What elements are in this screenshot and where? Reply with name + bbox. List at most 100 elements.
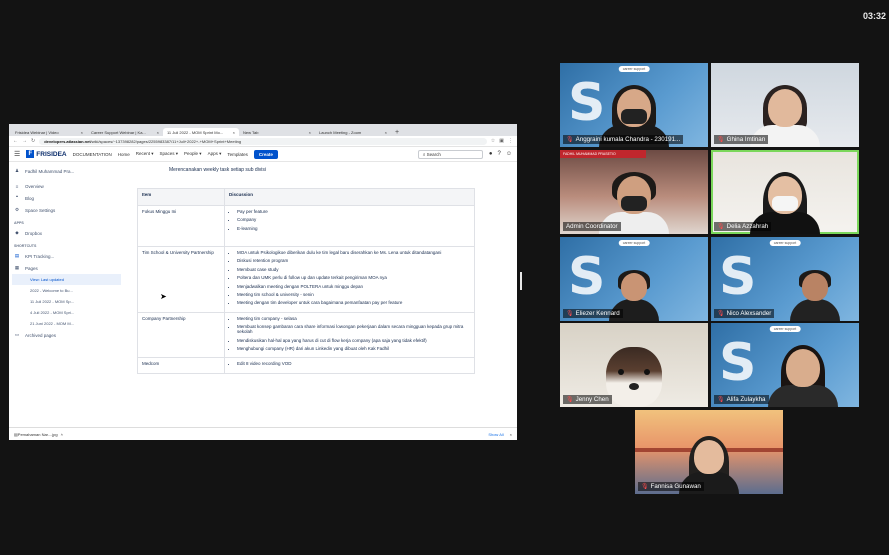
video-tile[interactable]: S career support 🎙 Alifa Zulaykha [711,323,859,407]
video-tile[interactable]: 🎙 Jenny Chen [560,323,708,407]
page-tree-item[interactable]: 4 Juli 2022 - MOM Spri... [12,307,121,318]
career-support-logo-icon: S [568,247,606,307]
sidebar-item-space-settings[interactable]: ⚙ Space Settings [12,204,121,216]
discussion-point: E-learning [237,226,470,231]
virtual-bg-badge: career support [618,66,650,72]
video-tile-active-speaker[interactable]: 🎙 Delia Azzahrah [711,150,859,234]
forward-icon[interactable]: → [22,138,27,144]
sidebar-item-blog[interactable]: ❝ Blog [12,192,121,204]
participant-name: 🎙 Anggraini kumala Chandra - 230191... [563,135,684,144]
sidebar-item-label: Space Settings [25,207,56,213]
browser-tab[interactable]: Frisidea Webinar | Video × [11,128,87,136]
sidebar-item-pages[interactable]: ▦ Pages [12,262,121,274]
nav-icons: ● ? ☺ [489,151,512,157]
clock: 03:32 [862,11,886,21]
participant-name: Admin Coordinator [563,222,621,231]
participant-name: 🎙 Delia Azzahrah [714,222,772,231]
browser-tab-bar: Frisidea Webinar | Video × Career Support… [9,124,517,136]
browser-tab[interactable]: Launch Meeting - Zoom × [315,128,391,136]
nav-spaces[interactable]: Spaces ▾ [160,151,179,157]
url-path: /wiki/spaces/~137398282/pages/2255983387… [90,138,242,144]
item-cell: Fokus Minggu Ini [137,205,225,247]
mic-muted-icon: 🎙 [566,137,574,143]
browser-tab[interactable]: New Tab × [239,128,315,136]
close-icon[interactable]: × [81,130,83,135]
url-field[interactable]: developers.atlassian.net/wiki/spaces/~13… [39,137,487,145]
avatar[interactable]: ☺ [506,151,512,157]
close-icon[interactable]: × [157,130,159,135]
sidebar-item-label: Archived pages [25,332,57,338]
back-icon[interactable]: ← [13,138,18,144]
table-row: Company Partnership Meeting tim company … [137,311,475,359]
browser-tab[interactable]: Career Support Webinar | Ka... × [87,128,163,136]
nav-people[interactable]: People ▾ [184,151,202,157]
nav-templates[interactable]: Templates [227,152,248,157]
tab-title: 11 Juli 2022 - MOM Sprint Mo... [167,129,224,135]
participant-name: 🎙 Nico Alexsander [714,309,775,318]
mic-muted-icon: 🎙 [717,311,725,317]
nav-home[interactable]: Home [118,152,130,157]
extensions-icon[interactable]: ▣ [499,138,504,144]
discussion-point: Mendiskusikan hal-hal apa yang harus di … [237,338,470,343]
close-icon[interactable]: × [510,432,512,437]
video-tile[interactable]: S career support 🎙 Nico Alexsander [711,237,859,321]
discussion-cell: Edit 8 video recording VOD [224,357,475,374]
menu-icon[interactable]: ⋮ [508,138,513,144]
tab-title: Frisidea Webinar | Video [15,129,59,135]
tab-title: Launch Meeting - Zoom [319,129,362,135]
video-tile[interactable]: S career support 🎙 Anggraini kumala Chand… [560,63,708,147]
discussion-point: Diskusi retention program [237,258,470,263]
sidebar-item-dropbox[interactable]: ◆ Dropbox [12,227,121,239]
mic-muted-icon: 🎙 [641,484,649,490]
sidebar-item-archived[interactable]: ▭ Archived pages [12,329,121,341]
close-icon[interactable]: × [385,130,387,135]
split-handle[interactable] [520,272,522,290]
discussion-point: Poltera dan UMK perlu di follow up dan u… [237,275,470,280]
item-cell: Company Partnership [137,311,225,359]
close-icon[interactable]: × [309,130,311,135]
create-button[interactable]: Create [253,149,278,159]
page-tree-item[interactable]: 21 Juni 2022 - MOM M... [12,318,121,329]
chevron-up-icon[interactable]: ˄ [61,432,63,437]
space-user[interactable]: ♟ Fadhil Muhammad Pra... [12,165,121,181]
page-tree-item[interactable]: View: Last updated [12,274,121,285]
app-switcher-icon[interactable]: ☰ [14,150,20,158]
video-tile[interactable]: S career support 🎙 Eliezer Kennard [560,237,708,321]
browser-tab-active[interactable]: 11 Juli 2022 - MOM Sprint Mo... × [163,128,239,136]
virtual-bg-badge: career support [618,240,650,246]
star-icon[interactable]: ☆ [491,138,495,144]
show-all-link[interactable]: Show All [488,432,503,437]
notifications-icon[interactable]: ● [489,151,493,157]
video-tile[interactable]: FADHIL MUHAMMAD PRASETIO Admin Coordinat… [560,150,708,234]
discussion-point: Menghubungi company (HR) dari akun Linke… [237,346,470,351]
participant-avatar-image [606,347,662,407]
new-tab-icon[interactable]: + [391,129,403,136]
frisidea-logo[interactable]: F FRISIDEA [26,150,67,158]
video-tile[interactable]: 🎙 Ghina Imtinan [711,63,859,147]
reload-icon[interactable]: ↻ [31,138,35,144]
nav-recent[interactable]: Recent ▾ [136,151,154,157]
discussion-point: Meeting tim school & university - senin [237,292,470,297]
close-icon[interactable]: × [233,130,235,135]
download-bar: ▤ Pemahaman Nar....jpg ˄ Show All × [9,427,517,440]
item-cell: Medcom [137,357,225,374]
help-icon[interactable]: ? [498,151,501,157]
pages-icon: ▦ [14,265,20,270]
sidebar-item-overview[interactable]: ≡ Overview [12,181,121,192]
page-intro: Merencanakan weekly task setiap sub divi… [169,167,266,173]
search-input[interactable]: ⌕ Search [417,149,483,159]
download-file[interactable]: Pemahaman Nar....jpg [18,432,58,437]
nav-apps[interactable]: Apps ▾ [208,151,222,157]
video-tile[interactable]: 🎙 Fannisa Gunawan [635,410,783,494]
sidebar-item-kpi[interactable]: ▤ KPI Tracking... [12,250,121,262]
career-support-logo-icon: S [719,333,757,393]
doc-label: DOCUMENTATION [72,151,112,157]
discussion-point: Membuat konsep gambaran cara share infor… [237,324,470,334]
page-tree-item[interactable]: 11 Juli 2022 - MOM Sp... [12,296,121,307]
tab-title: Career Support Webinar | Ka... [91,129,146,135]
url-host: developers.atlassian.net [44,138,91,144]
table-row: Fokus Minggu Ini Pay per feature Company… [137,205,475,247]
page-tree-item[interactable]: 2022 - Welcome to Bu... [12,285,121,296]
address-bar: ← → ↻ developers.atlassian.net/wiki/spac… [9,136,517,147]
discussion-point: Menjadwalkan meeting dengan POLTERA untu… [237,284,470,289]
